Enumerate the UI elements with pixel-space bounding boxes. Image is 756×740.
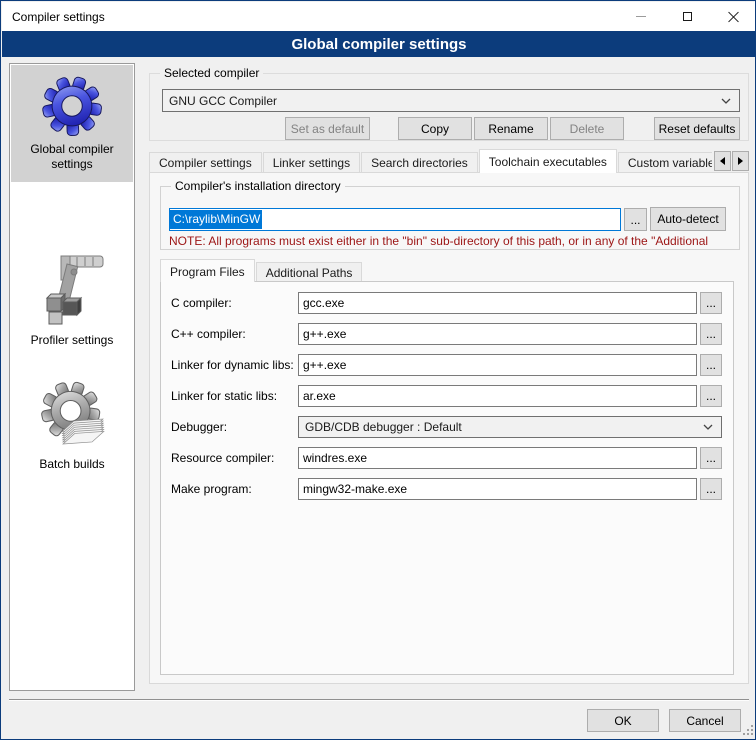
rename-button[interactable]: Rename [474, 117, 548, 140]
selected-compiler-group: Selected compiler GNU GCC Compiler Set a… [149, 73, 749, 141]
debugger-label: Debugger: [171, 416, 227, 438]
browse-resource-compiler-button[interactable]: ... [700, 447, 722, 469]
copy-button[interactable]: Copy [398, 117, 472, 140]
cancel-button[interactable]: Cancel [669, 709, 741, 732]
sidebar-label-profiler-settings: Profiler settings [11, 333, 133, 348]
debugger-dropdown[interactable]: GDB/CDB debugger : Default [298, 416, 722, 438]
sidebar-item-profiler-settings[interactable]: Profiler settings [11, 246, 133, 356]
selected-compiler-dropdown[interactable]: GNU GCC Compiler [162, 89, 740, 112]
program-files-page: C compiler: ... C++ compiler: ... Linker… [160, 281, 734, 675]
browse-make-program-button[interactable]: ... [700, 478, 722, 500]
subtab-program-files[interactable]: Program Files [160, 259, 255, 282]
compiler-settings-dialog: Compiler settings Global compiler settin… [0, 0, 756, 740]
set-as-default-button[interactable]: Set as default [285, 117, 370, 140]
browse-install-directory-button[interactable]: ... [624, 208, 647, 231]
titlebar: Compiler settings [2, 2, 756, 31]
debugger-value: GDB/CDB debugger : Default [305, 420, 462, 434]
delete-button[interactable]: Delete [550, 117, 624, 140]
cpp-compiler-label: C++ compiler: [171, 323, 246, 345]
sidebar-item-global-compiler-settings[interactable]: Global compiler settings [11, 65, 133, 182]
chevron-down-icon [721, 98, 731, 104]
resource-compiler-input[interactable] [298, 447, 697, 469]
minimize-button[interactable] [618, 2, 664, 31]
ok-button[interactable]: OK [587, 709, 659, 732]
arrow-right-icon [738, 157, 743, 165]
linker-dynamic-label: Linker for dynamic libs: [171, 354, 294, 376]
linker-static-input[interactable] [298, 385, 697, 407]
browse-linker-dynamic-button[interactable]: ... [700, 354, 722, 376]
subtab-additional-paths[interactable]: Additional Paths [256, 262, 363, 282]
install-directory-group-label: Compiler's installation directory [171, 179, 345, 193]
tab-compiler-settings[interactable]: Compiler settings [149, 152, 262, 173]
tab-toolchain-executables[interactable]: Toolchain executables [479, 149, 617, 173]
resource-compiler-label: Resource compiler: [171, 447, 274, 469]
main-tabstrip: Compiler settings Linker settings Search… [149, 148, 712, 173]
make-program-input[interactable] [298, 478, 697, 500]
c-compiler-input[interactable] [298, 292, 697, 314]
dialog-header: Global compiler settings [2, 31, 756, 57]
minimize-icon [636, 16, 646, 17]
linker-static-label: Linker for static libs: [171, 385, 277, 407]
sidebar-label-global-compiler-settings: Global compiler settings [11, 142, 133, 172]
cpp-compiler-input[interactable] [298, 323, 697, 345]
program-files-tabstrip: Program Files Additional Paths [160, 258, 560, 282]
browse-linker-static-button[interactable]: ... [700, 385, 722, 407]
make-program-label: Make program: [171, 478, 252, 500]
install-directory-note: NOTE: All programs must exist either in … [169, 234, 739, 248]
maximize-icon [683, 12, 692, 21]
caliper-icon [37, 250, 107, 330]
sidebar-item-batch-builds[interactable]: Batch builds [11, 372, 133, 480]
close-button[interactable] [710, 2, 756, 31]
linker-dynamic-input[interactable] [298, 354, 697, 376]
window-title: Compiler settings [12, 10, 105, 24]
selected-compiler-value: GNU GCC Compiler [169, 94, 277, 108]
footer-divider [9, 699, 749, 701]
reset-defaults-button[interactable]: Reset defaults [654, 117, 740, 140]
settings-sidebar: Global compiler settings [9, 63, 135, 691]
toolchain-executables-page: Compiler's installation directory C:\ray… [149, 172, 749, 684]
tab-scroll-left-button[interactable] [714, 151, 731, 171]
tab-linker-settings[interactable]: Linker settings [263, 152, 360, 173]
browse-cpp-compiler-button[interactable]: ... [700, 323, 722, 345]
install-directory-selected-text: C:\raylib\MinGW [170, 210, 262, 229]
selected-compiler-group-label: Selected compiler [160, 66, 263, 80]
arrow-left-icon [720, 157, 725, 165]
gray-gear-papers-icon [36, 376, 108, 454]
browse-c-compiler-button[interactable]: ... [700, 292, 722, 314]
tab-custom-variables[interactable]: Custom variables [618, 152, 712, 173]
tab-search-directories[interactable]: Search directories [361, 152, 478, 173]
sidebar-label-batch-builds: Batch builds [11, 457, 133, 472]
auto-detect-button[interactable]: Auto-detect [650, 207, 726, 231]
install-directory-group: Compiler's installation directory C:\ray… [160, 186, 740, 250]
install-directory-input[interactable]: C:\raylib\MinGW [169, 208, 621, 231]
page-title: Global compiler settings [291, 36, 466, 53]
blue-gear-icon [40, 73, 104, 139]
tab-scroll-right-button[interactable] [732, 151, 749, 171]
resize-grip[interactable] [743, 725, 755, 737]
c-compiler-label: C compiler: [171, 292, 232, 314]
close-icon [728, 11, 739, 22]
chevron-down-icon [703, 424, 713, 430]
maximize-button[interactable] [664, 2, 710, 31]
